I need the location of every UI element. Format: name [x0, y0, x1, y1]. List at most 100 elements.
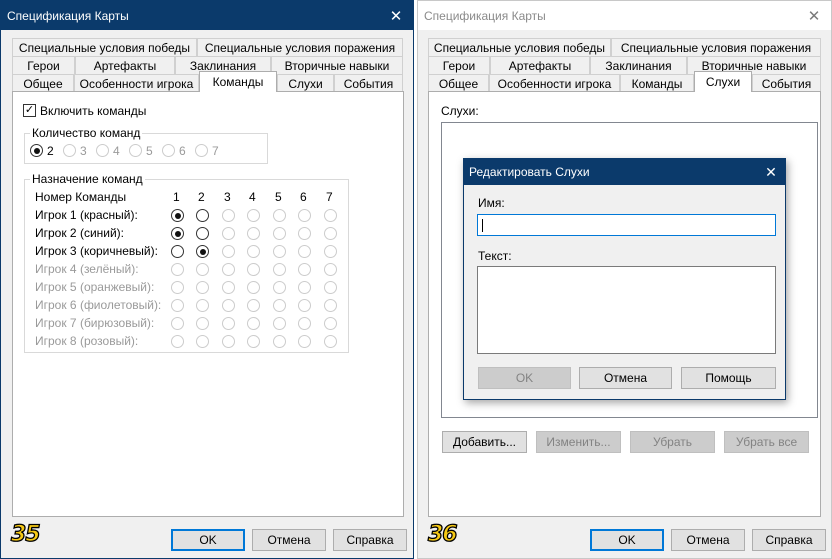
player-1-team-2-radio[interactable] — [196, 209, 209, 222]
player-7-team-5-radio[interactable] — [273, 317, 286, 330]
tab-special-loss[interactable]: Специальные условия поражения — [197, 38, 403, 56]
player-4-team-7-radio[interactable] — [324, 263, 337, 276]
player-2-team-7-radio[interactable] — [324, 227, 337, 240]
player-3-team-4-radio[interactable] — [247, 245, 260, 258]
tab-artifacts[interactable]: Артефакты — [75, 56, 175, 74]
tab-heroes[interactable]: Герои — [12, 56, 75, 74]
player-5-team-7-radio[interactable] — [324, 281, 337, 294]
tab-teams[interactable]: Команды — [199, 71, 277, 92]
player-2-team-1-radio[interactable] — [171, 227, 184, 240]
player-2-team-4-radio[interactable] — [247, 227, 260, 240]
player-8-team-2-radio[interactable] — [196, 335, 209, 348]
player-1-team-3-radio[interactable] — [222, 209, 235, 222]
cancel-button[interactable]: Отмена — [671, 529, 745, 551]
player-7-team-6-radio[interactable] — [298, 317, 311, 330]
player-5-team-4-radio[interactable] — [247, 281, 260, 294]
tab-special-victory[interactable]: Специальные условия победы — [428, 38, 611, 56]
player-7-team-7-radio[interactable] — [324, 317, 337, 330]
help-button[interactable]: Справка — [752, 529, 826, 551]
tab-special-loss[interactable]: Специальные условия поражения — [611, 38, 821, 56]
tab-general[interactable]: Общее — [12, 74, 74, 92]
team-count-radio-2[interactable] — [30, 144, 43, 157]
team-count-radio-4[interactable] — [96, 144, 109, 157]
tab-spells[interactable]: Заклинания — [590, 56, 687, 74]
tab-events[interactable]: События — [752, 74, 821, 92]
player-5-team-3-radio[interactable] — [222, 281, 235, 294]
player-1-team-7-radio[interactable] — [324, 209, 337, 222]
player-8-team-3-radio[interactable] — [222, 335, 235, 348]
team-count-radio-5[interactable] — [129, 144, 142, 157]
player-8-team-6-radio[interactable] — [298, 335, 311, 348]
player-3-team-6-radio[interactable] — [298, 245, 311, 258]
tab-rumors[interactable]: Слухи — [277, 74, 334, 92]
tab-secondary-skills[interactable]: Вторичные навыки — [271, 56, 403, 74]
player-5-team-1-radio[interactable] — [171, 281, 184, 294]
dialog-ok-button[interactable]: OK — [478, 367, 571, 389]
cancel-button[interactable]: Отмена — [252, 529, 326, 551]
player-8-team-7-radio[interactable] — [324, 335, 337, 348]
player-7-team-1-radio[interactable] — [171, 317, 184, 330]
player-4-team-3-radio[interactable] — [222, 263, 235, 276]
player-6-team-2-radio[interactable] — [196, 299, 209, 312]
player-6-team-3-radio[interactable] — [222, 299, 235, 312]
player-6-team-6-radio[interactable] — [298, 299, 311, 312]
remove-rumor-button[interactable]: Убрать — [630, 431, 715, 453]
player-4-team-2-radio[interactable] — [196, 263, 209, 276]
team-count-radio-7[interactable] — [195, 144, 208, 157]
close-icon[interactable]: ✕ — [757, 159, 785, 185]
tab-events[interactable]: События — [334, 74, 403, 92]
player-6-team-5-radio[interactable] — [273, 299, 286, 312]
team-count-radio-6[interactable] — [162, 144, 175, 157]
tab-player-specs[interactable]: Особенности игрока — [489, 74, 620, 92]
dialog-cancel-button[interactable]: Отмена — [579, 367, 672, 389]
tab-teams[interactable]: Команды — [620, 74, 694, 92]
tab-heroes[interactable]: Герои — [428, 56, 490, 74]
player-7-team-4-radio[interactable] — [247, 317, 260, 330]
tab-general[interactable]: Общее — [428, 74, 489, 92]
player-4-team-5-radio[interactable] — [273, 263, 286, 276]
player-8-team-5-radio[interactable] — [273, 335, 286, 348]
ok-button[interactable]: OK — [590, 529, 664, 551]
close-icon[interactable]: ✕ — [379, 1, 413, 30]
player-7-team-2-radio[interactable] — [196, 317, 209, 330]
player-3-team-1-radio[interactable] — [171, 245, 184, 258]
player-4-team-6-radio[interactable] — [298, 263, 311, 276]
player-8-team-1-radio[interactable] — [171, 335, 184, 348]
rumor-name-input[interactable] — [477, 214, 776, 236]
player-8-team-4-radio[interactable] — [247, 335, 260, 348]
tab-special-victory[interactable]: Специальные условия победы — [12, 38, 197, 56]
help-button[interactable]: Справка — [333, 529, 407, 551]
player-2-team-6-radio[interactable] — [298, 227, 311, 240]
player-6-team-7-radio[interactable] — [324, 299, 337, 312]
player-1-team-4-radio[interactable] — [247, 209, 260, 222]
ok-button[interactable]: OK — [171, 529, 245, 551]
team-count-radio-3[interactable] — [63, 144, 76, 157]
player-6-team-4-radio[interactable] — [247, 299, 260, 312]
tab-rumors[interactable]: Слухи — [694, 71, 752, 92]
player-5-team-2-radio[interactable] — [196, 281, 209, 294]
player-6-team-1-radio[interactable] — [171, 299, 184, 312]
remove-all-rumors-button[interactable]: Убрать все — [724, 431, 809, 453]
player-1-team-5-radio[interactable] — [273, 209, 286, 222]
dialog-help-button[interactable]: Помощь — [681, 367, 776, 389]
player-2-team-3-radio[interactable] — [222, 227, 235, 240]
player-1-team-6-radio[interactable] — [298, 209, 311, 222]
player-4-team-1-radio[interactable] — [171, 263, 184, 276]
player-3-team-5-radio[interactable] — [273, 245, 286, 258]
player-3-team-7-radio[interactable] — [324, 245, 337, 258]
tab-player-specs[interactable]: Особенности игрока — [74, 74, 199, 92]
player-1-team-1-radio[interactable] — [171, 209, 184, 222]
player-4-team-4-radio[interactable] — [247, 263, 260, 276]
player-2-team-2-radio[interactable] — [196, 227, 209, 240]
add-rumor-button[interactable]: Добавить... — [442, 431, 527, 453]
tab-artifacts[interactable]: Артефакты — [490, 56, 590, 74]
player-5-team-6-radio[interactable] — [298, 281, 311, 294]
close-icon[interactable]: ✕ — [797, 1, 831, 30]
player-3-team-3-radio[interactable] — [222, 245, 235, 258]
edit-rumor-button[interactable]: Изменить... — [536, 431, 621, 453]
player-2-team-5-radio[interactable] — [273, 227, 286, 240]
player-3-team-2-radio[interactable] — [196, 245, 209, 258]
player-7-team-3-radio[interactable] — [222, 317, 235, 330]
enable-teams-checkbox[interactable]: ✓ — [23, 104, 36, 117]
rumor-text-input[interactable] — [477, 266, 776, 354]
